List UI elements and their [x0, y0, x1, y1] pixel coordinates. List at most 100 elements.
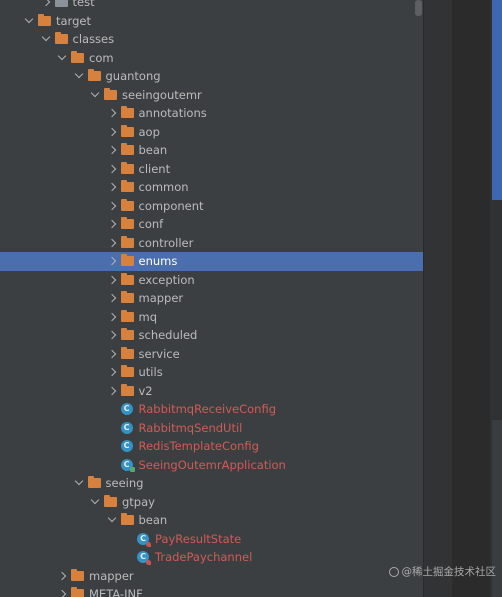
chevron-right-icon[interactable] [105, 123, 121, 141]
tree-row-common[interactable]: common [0, 178, 423, 197]
tree-row-utils[interactable]: utils [0, 363, 423, 382]
tree-row-scheduled[interactable]: scheduled [0, 326, 423, 345]
folder-icon [120, 254, 134, 267]
tree-row-controller[interactable]: controller [0, 234, 423, 253]
folder-icon [38, 13, 51, 26]
tree-row-target[interactable]: target [0, 12, 423, 31]
tree-row-mapper[interactable]: mapper [0, 567, 423, 586]
chevron-right-icon[interactable] [105, 141, 121, 159]
tree-row-mapper[interactable]: mapper [0, 289, 423, 308]
folder-icon [120, 198, 134, 211]
tree-row-v2[interactable]: v2 [0, 382, 423, 401]
tree-row-enums[interactable]: enums [0, 252, 423, 271]
tree-row-redistemplateconfig[interactable]: C RedisTemplateConfig [0, 437, 423, 456]
tree-row-seeingoutemr[interactable]: seeingoutemr [0, 86, 423, 105]
watermark-logo-icon [388, 566, 399, 577]
tree-row-tradepaychannel[interactable]: C TradePaychannel [0, 548, 423, 567]
chevron-right-icon[interactable] [105, 178, 121, 196]
chevron-right-icon[interactable] [105, 326, 121, 344]
tree-row-label: v2 [138, 383, 153, 398]
tree-row-client[interactable]: client [0, 160, 423, 179]
tree-row-aop[interactable]: aop [0, 123, 423, 142]
folder-icon [87, 476, 101, 489]
tree-row-annotations[interactable]: annotations [0, 104, 423, 123]
watermark-text: @稀土掘金技术社区 [401, 566, 497, 578]
folder-icon [120, 180, 134, 193]
editor-strip [452, 0, 490, 597]
tree-row-label: enums [138, 254, 178, 269]
tree-row-seeing[interactable]: seeing [0, 474, 423, 493]
folder-icon [104, 87, 117, 100]
tree-row-rabbitmqsendutil[interactable]: C RabbitmqSendUtil [0, 419, 423, 438]
tree-row-service[interactable]: service [0, 345, 423, 364]
tree-row-test[interactable]: test [0, 0, 423, 12]
tree-row-guantong[interactable]: guantong [0, 67, 423, 86]
tree-row-label: client [138, 161, 171, 176]
tree-row-label: META-INF [89, 587, 143, 597]
tree-row-label: RabbitmqSendUtil [138, 420, 243, 435]
chevron-down-icon[interactable] [88, 86, 104, 104]
chevron-down-icon[interactable] [88, 493, 104, 511]
class-icon: C [120, 421, 133, 434]
chevron-down-icon[interactable] [72, 67, 88, 85]
tree-row-label: exception [138, 272, 195, 287]
folder-icon [120, 161, 134, 174]
tree-row-bean[interactable]: bean [0, 141, 423, 160]
chevron-right-icon[interactable] [105, 160, 121, 178]
tree-row-label: RedisTemplateConfig [138, 439, 259, 454]
chevron-right-icon[interactable] [55, 585, 71, 597]
tree-row-label: common [138, 180, 189, 195]
tree-row-rabbitmqreceiveconfig[interactable]: C RabbitmqReceiveConfig [0, 400, 423, 419]
tree-row-meta-inf[interactable]: META-INF [0, 585, 423, 597]
folder-icon [120, 124, 134, 137]
folder-icon [54, 0, 68, 8]
tree-row-payresultstate[interactable]: C PayResultState [0, 530, 423, 549]
tree-row-label: controller [138, 235, 194, 250]
class-icon: C [137, 532, 151, 547]
tree-row-classes[interactable]: classes [0, 30, 423, 49]
class-icon: C [120, 403, 133, 416]
folder-icon [120, 328, 134, 341]
editor-scrollbar-thumb[interactable] [492, 0, 502, 200]
chevron-right-icon[interactable] [105, 345, 121, 363]
chevron-right-icon[interactable] [105, 252, 121, 270]
chevron-down-icon[interactable] [55, 49, 71, 67]
chevron-right-icon[interactable] [105, 289, 121, 307]
folder-icon [120, 291, 134, 304]
tree-row-bean[interactable]: bean [0, 511, 423, 530]
tree-row-conf[interactable]: conf [0, 215, 423, 234]
chevron-down-icon[interactable] [39, 30, 55, 48]
chevron-right-icon[interactable] [105, 308, 121, 326]
chevron-down-icon[interactable] [22, 12, 38, 30]
chevron-down-icon[interactable] [72, 474, 88, 492]
tree-row-com[interactable]: com [0, 49, 423, 68]
tree-row-label: target [56, 13, 91, 28]
chevron-right-icon[interactable] [105, 271, 121, 289]
folder-icon [120, 309, 134, 322]
chevron-right-icon[interactable] [105, 215, 121, 233]
chevron-down-icon[interactable] [105, 511, 121, 529]
tree-row-gtpay[interactable]: gtpay [0, 493, 423, 512]
tree-row-mq[interactable]: mq [0, 308, 423, 327]
chevron-right-icon[interactable] [39, 0, 55, 11]
tree-row-exception[interactable]: exception [0, 271, 423, 290]
folder-icon [71, 50, 84, 63]
tree-row-label: mapper [138, 291, 184, 306]
chevron-right-icon[interactable] [105, 363, 121, 381]
tree-row-label: com [89, 50, 114, 65]
chevron-right-icon[interactable] [105, 234, 121, 252]
chevron-right-icon[interactable] [55, 567, 71, 585]
folder-icon [120, 235, 134, 248]
tree-row-label: gtpay [122, 494, 155, 509]
tree-row-component[interactable]: component [0, 197, 423, 216]
chevron-right-icon[interactable] [105, 104, 121, 122]
project-tree[interactable]: test target classes com guantong seeingoutemr… [0, 0, 423, 597]
editor-scrollbar[interactable] [490, 0, 502, 597]
chevron-right-icon[interactable] [105, 197, 121, 215]
tree-row-seeingoutemrapplication[interactable]: C SeeingOutemrApplication [0, 456, 423, 475]
tree-scrollbar-thumb[interactable] [415, 0, 422, 16]
chevron-right-icon[interactable] [105, 382, 121, 400]
